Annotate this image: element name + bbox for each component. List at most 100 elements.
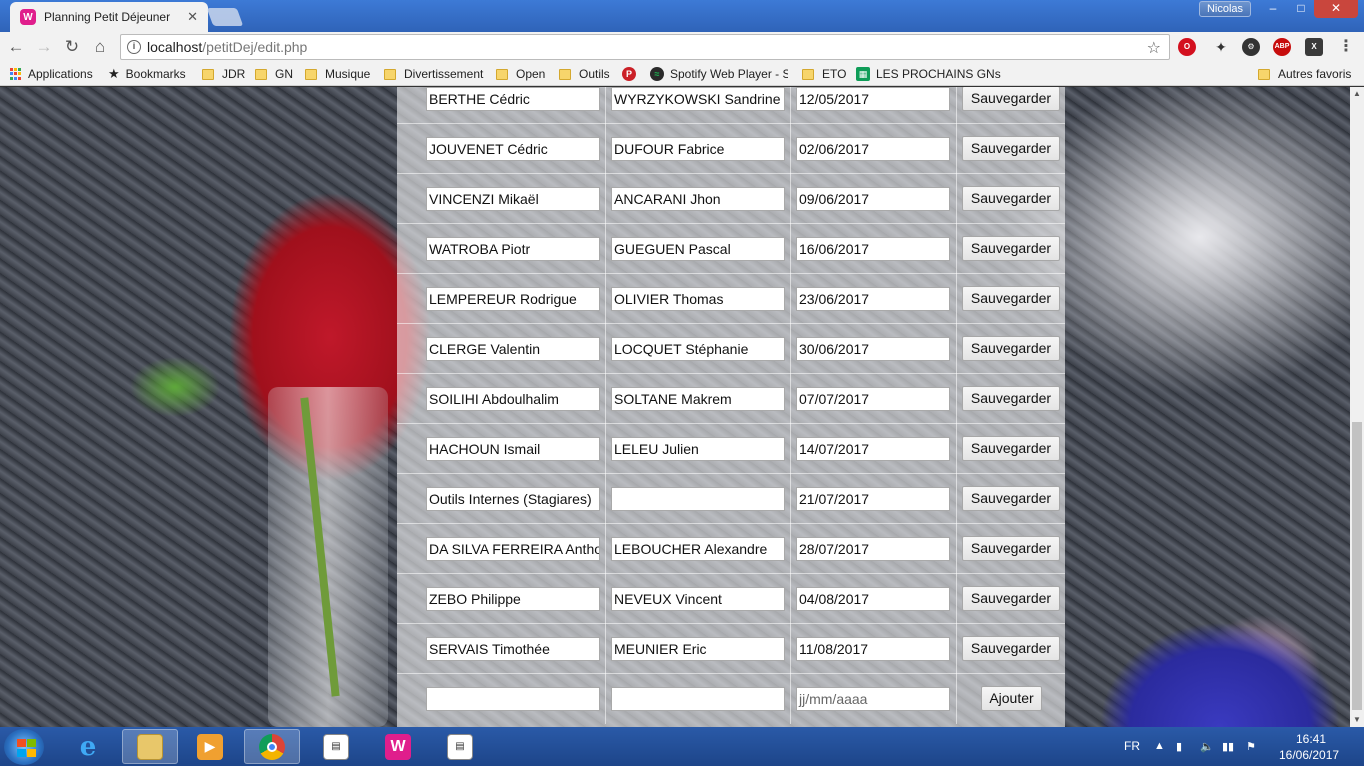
close-window-icon[interactable]: ✕ xyxy=(1314,0,1358,18)
tab-close-icon[interactable]: ✕ xyxy=(187,9,198,25)
new-person1-input[interactable] xyxy=(426,687,600,711)
bookmark-autres-favoris[interactable]: Autres favoris xyxy=(1258,66,1351,82)
settings-gear-icon[interactable]: ⚙ xyxy=(1242,38,1260,56)
scroll-down-icon[interactable]: ▼ xyxy=(1350,713,1364,727)
save-button[interactable]: Sauvegarder xyxy=(962,236,1060,261)
save-button[interactable]: Sauvegarder xyxy=(962,336,1060,361)
bookmark-musique[interactable]: Musique xyxy=(305,66,370,82)
person1-input[interactable]: Outils Internes (Stagiares) xyxy=(426,487,600,511)
scroll-up-icon[interactable]: ▲ xyxy=(1350,87,1364,101)
bookmark-spotify[interactable]: ≈ Spotify Web Player - S xyxy=(650,66,788,82)
taskbar-ie[interactable]: e xyxy=(60,729,116,764)
add-button[interactable]: Ajouter xyxy=(981,686,1042,711)
address-bar[interactable]: i localhost /petitDej/edit.php ☆ xyxy=(120,34,1170,60)
bookmark-applications[interactable]: Applications xyxy=(10,66,93,82)
bookmark-eto[interactable]: ETO xyxy=(802,66,846,82)
profile-button[interactable]: Nicolas xyxy=(1199,1,1251,17)
person2-input[interactable]: MEUNIER Eric xyxy=(611,637,785,661)
person2-input[interactable]: SOLTANE Makrem xyxy=(611,387,785,411)
taskbar-app-window-2[interactable]: ▤ xyxy=(432,729,488,764)
person2-input[interactable]: LELEU Julien xyxy=(611,437,785,461)
date-input[interactable]: 11/08/2017 xyxy=(796,637,950,661)
new-person2-input[interactable] xyxy=(611,687,785,711)
bookmark-outils[interactable]: Outils xyxy=(559,66,610,82)
forward-arrow-icon[interactable]: → xyxy=(34,37,54,57)
clock-date[interactable]: 16/06/2017 xyxy=(1279,748,1339,762)
person2-input[interactable]: NEVEUX Vincent xyxy=(611,587,785,611)
language-indicator[interactable]: FR xyxy=(1124,739,1140,753)
date-input[interactable]: 28/07/2017 xyxy=(796,537,950,561)
bookmark-gn[interactable]: GN xyxy=(255,66,293,82)
save-button[interactable]: Sauvegarder xyxy=(962,286,1060,311)
page-scrollbar[interactable]: ▲ ▼ xyxy=(1350,87,1364,727)
minimize-icon[interactable]: – xyxy=(1258,0,1288,18)
clock-time[interactable]: 16:41 xyxy=(1296,732,1326,746)
maximize-icon[interactable]: □ xyxy=(1288,0,1314,18)
date-input[interactable]: 04/08/2017 xyxy=(796,587,950,611)
date-input[interactable]: 12/05/2017 xyxy=(796,87,950,111)
save-button[interactable]: Sauvegarder xyxy=(962,536,1060,561)
browser-tab[interactable]: W Planning Petit Déjeuner ✕ xyxy=(10,2,208,32)
person1-input[interactable]: DA SILVA FERREIRA Anthony xyxy=(426,537,600,561)
taskbar-wamp[interactable]: W xyxy=(370,729,426,764)
date-input[interactable]: 14/07/2017 xyxy=(796,437,950,461)
date-input[interactable]: 30/06/2017 xyxy=(796,337,950,361)
person1-input[interactable]: WATROBA Piotr xyxy=(426,237,600,261)
taskbar-media-player[interactable]: ▶ xyxy=(182,729,238,764)
menu-icon[interactable]: ⋮ xyxy=(1337,38,1355,56)
save-button[interactable]: Sauvegarder xyxy=(962,586,1060,611)
bookmark-open[interactable]: Open xyxy=(496,66,545,82)
person2-input[interactable]: ANCARANI Jhon xyxy=(611,187,785,211)
save-button[interactable]: Sauvegarder xyxy=(962,136,1060,161)
bookmark-prochains-gns[interactable]: ▦ LES PROCHAINS GNs xyxy=(856,66,1001,82)
person2-input[interactable] xyxy=(611,487,785,511)
adblock-icon[interactable]: ABP xyxy=(1273,38,1291,56)
bookmark-divertissement[interactable]: Divertissement xyxy=(384,66,483,82)
save-button[interactable]: Sauvegarder xyxy=(962,636,1060,661)
person1-input[interactable]: BERTHE Cédric xyxy=(426,87,600,111)
taskbar-app-window[interactable]: ▤ xyxy=(308,729,364,764)
date-input[interactable]: 16/06/2017 xyxy=(796,237,950,261)
person2-input[interactable]: GUEGUEN Pascal xyxy=(611,237,785,261)
date-input[interactable]: 02/06/2017 xyxy=(796,137,950,161)
date-input[interactable]: 23/06/2017 xyxy=(796,287,950,311)
home-icon[interactable]: ⌂ xyxy=(90,37,110,57)
date-input[interactable]: 07/07/2017 xyxy=(796,387,950,411)
person2-input[interactable]: LOCQUET Stéphanie xyxy=(611,337,785,361)
eyedropper-icon[interactable]: ✦ xyxy=(1212,38,1230,56)
network-signal-icon[interactable]: ▮▮ xyxy=(1222,740,1234,753)
save-button[interactable]: Sauvegarder xyxy=(962,436,1060,461)
bookmark-bookmarks[interactable]: ★ Bookmarks xyxy=(108,66,186,82)
person2-input[interactable]: LEBOUCHER Alexandre xyxy=(611,537,785,561)
extension-x-icon[interactable]: X xyxy=(1305,38,1323,56)
start-button[interactable] xyxy=(4,729,44,765)
scrollbar-thumb[interactable] xyxy=(1352,422,1362,710)
person2-input[interactable]: DUFOUR Fabrice xyxy=(611,137,785,161)
bookmark-pinterest[interactable]: P xyxy=(622,66,642,82)
person1-input[interactable]: VINCENZI Mikaël xyxy=(426,187,600,211)
person2-input[interactable]: OLIVIER Thomas xyxy=(611,287,785,311)
person1-input[interactable]: SOILIHI Abdoulhalim xyxy=(426,387,600,411)
bookmark-star-icon[interactable]: ☆ xyxy=(1147,38,1161,58)
device-icon[interactable]: ▮ xyxy=(1176,740,1182,753)
person1-input[interactable]: CLERGE Valentin xyxy=(426,337,600,361)
person2-input[interactable]: WYRZYKOWSKI Sandrine xyxy=(611,87,785,111)
opera-icon[interactable]: O xyxy=(1178,38,1196,56)
save-button[interactable]: Sauvegarder xyxy=(962,486,1060,511)
flag-notification-icon[interactable]: ⚑ xyxy=(1246,740,1256,753)
info-icon[interactable]: i xyxy=(127,40,141,54)
save-button[interactable]: Sauvegarder xyxy=(962,87,1060,111)
date-input[interactable]: 21/07/2017 xyxy=(796,487,950,511)
reload-icon[interactable]: ↻ xyxy=(62,37,82,57)
person1-input[interactable]: LEMPEREUR Rodrigue xyxy=(426,287,600,311)
taskbar-chrome[interactable] xyxy=(244,729,300,764)
show-hidden-icons-icon[interactable]: ▲ xyxy=(1154,740,1165,752)
person1-input[interactable]: ZEBO Philippe xyxy=(426,587,600,611)
new-tab-button[interactable] xyxy=(206,8,244,26)
new-date-input[interactable]: jj/mm/aaaa xyxy=(796,687,950,711)
person1-input[interactable]: SERVAIS Timothée xyxy=(426,637,600,661)
save-button[interactable]: Sauvegarder xyxy=(962,186,1060,211)
volume-icon[interactable]: 🔈 xyxy=(1200,740,1214,753)
person1-input[interactable]: HACHOUN Ismail xyxy=(426,437,600,461)
date-input[interactable]: 09/06/2017 xyxy=(796,187,950,211)
